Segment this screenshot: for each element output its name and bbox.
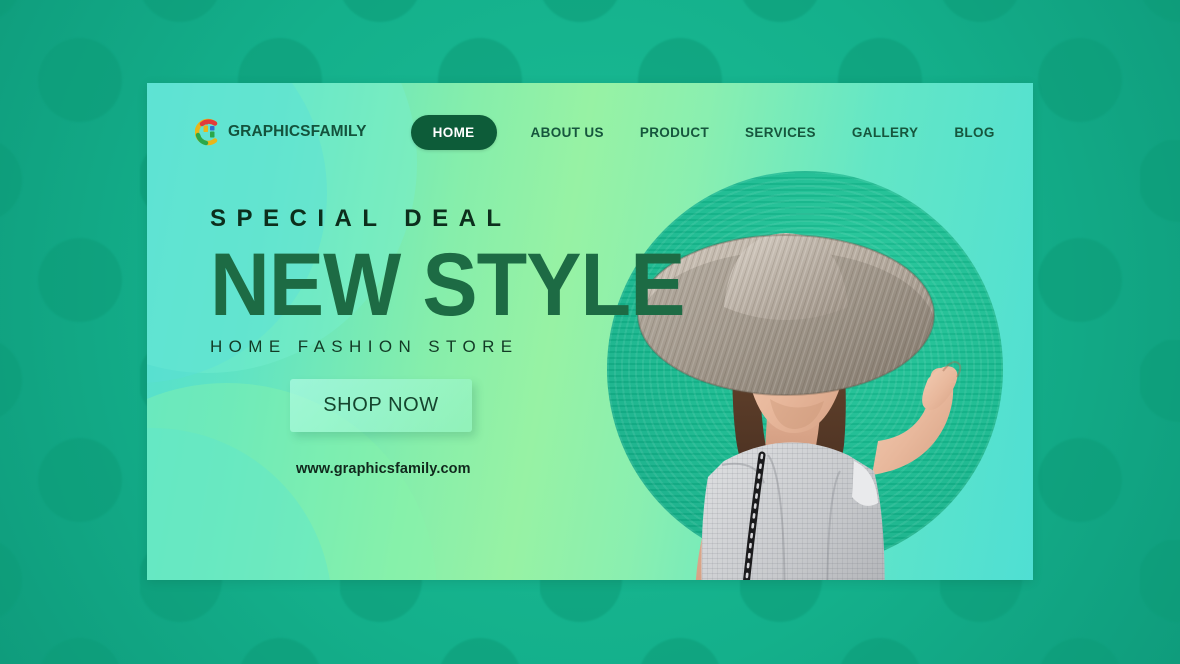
nav-item-gallery[interactable]: GALLERY (834, 125, 936, 140)
hero-headline: NEW STYLE (210, 234, 685, 334)
brand-logo[interactable]: GRAPHICSFAMILY (195, 118, 367, 146)
nav-item-home[interactable]: HOME (410, 114, 497, 150)
hero-subline: HOME FASHION STORE (210, 336, 519, 356)
nav-links: HOME ABOUT US PRODUCT SERVICES GALLERY B… (410, 114, 1033, 150)
site-url: www.graphicsfamily.com (296, 461, 471, 477)
brand-name: GRAPHICSFAMILY (228, 123, 367, 140)
promo-banner-card: GRAPHICSFAMILY HOME ABOUT US PRODUCT SER… (147, 83, 1033, 580)
decorative-circle-bottom-left-inner (147, 428, 332, 580)
nav-item-about-us[interactable]: ABOUT US (513, 125, 622, 140)
nav-item-services[interactable]: SERVICES (727, 125, 834, 140)
graphicsfamily-logo-icon (195, 118, 218, 146)
navbar: GRAPHICSFAMILY HOME ABOUT US PRODUCT SER… (147, 83, 1033, 181)
nav-item-product[interactable]: PRODUCT (622, 125, 727, 140)
hero-copy: SPECIAL DEAL NEW STYLE HOME FASHION STOR… (210, 207, 720, 357)
page-background: GRAPHICSFAMILY HOME ABOUT US PRODUCT SER… (0, 0, 1180, 664)
shop-now-button[interactable]: SHOP NOW (290, 379, 472, 432)
nav-item-blog[interactable]: BLOG (936, 125, 1012, 140)
hero-eyebrow: SPECIAL DEAL (210, 205, 512, 232)
